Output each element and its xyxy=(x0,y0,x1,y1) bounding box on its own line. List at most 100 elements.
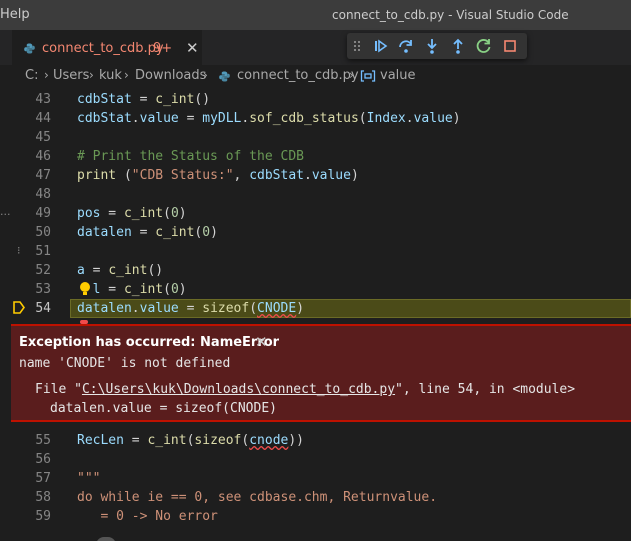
line-code: cdbStat = c_int() xyxy=(77,90,210,109)
code-line[interactable]: 46 # Print the Status of the CDB xyxy=(0,147,631,166)
code-line[interactable]: 56 xyxy=(0,450,631,469)
code-line[interactable]: 52 a = c_int() xyxy=(0,261,631,280)
code-token: # Print the Status of the CDB xyxy=(77,149,304,164)
breadcrumb-symbol[interactable]: value xyxy=(380,68,416,83)
code-line[interactable]: 47 print ("CDB Status:", cdbStat.value) xyxy=(0,166,631,185)
code-token: c_int xyxy=(123,282,164,297)
code-token: = xyxy=(131,225,156,240)
code-token: sof_cdb_status xyxy=(249,111,359,126)
code-line[interactable]: 58 do while ie == 0, see cdbase.chm, Retu… xyxy=(0,488,631,507)
line-code: # Print the Status of the CDB xyxy=(77,147,304,166)
restart-icon[interactable] xyxy=(474,36,494,56)
code-token: ) xyxy=(452,111,461,126)
breadcrumb-downloads[interactable]: Downloads xyxy=(135,68,206,83)
code-token: datalen xyxy=(77,225,132,240)
drag-grip-icon[interactable] xyxy=(353,40,361,52)
current-code-line[interactable]: 54 datalen.value = sizeof(CNODE) xyxy=(0,299,631,318)
code-token: cdbStat xyxy=(77,111,132,126)
code-token: a xyxy=(77,263,85,278)
exception-trace-location: File "C:\Users\kuk\Downloads\connect_to_… xyxy=(35,382,575,397)
code-token: datalen xyxy=(77,301,132,316)
breadcrumb-file[interactable]: connect_to_cdb.py xyxy=(237,68,359,83)
code-token: ( xyxy=(358,111,367,126)
code-token: = xyxy=(178,301,203,316)
code-token: . xyxy=(131,111,140,126)
code-line[interactable]: 50 datalen = c_int(0) xyxy=(0,223,631,242)
code-token: 0 xyxy=(202,225,211,240)
breadcrumb-separator: › xyxy=(349,68,354,82)
exception-close-icon[interactable]: ✕ xyxy=(255,333,268,351)
code-token: 0 xyxy=(170,282,179,297)
code-token: . xyxy=(131,301,140,316)
line-code: a = c_int() xyxy=(77,261,163,280)
exception-trace-code: datalen.value = sizeof(CNODE) xyxy=(50,401,277,416)
line-code: print ("CDB Status:", cdbStat.value) xyxy=(77,166,359,185)
line-code: = 0 -> No error xyxy=(77,507,218,526)
code-line[interactable]: 55 RecLen = c_int(sizeof(cnode)) xyxy=(0,431,631,450)
code-line[interactable]: 45 xyxy=(0,128,631,147)
line-number: 49 xyxy=(35,206,51,221)
code-token: ) xyxy=(178,206,187,221)
line-number: 56 xyxy=(35,452,51,467)
problems-badge: 9+ xyxy=(153,41,173,56)
variable-symbol-icon xyxy=(360,70,376,82)
continue-icon[interactable] xyxy=(371,36,391,56)
code-token: ) xyxy=(350,168,359,183)
code-token: c_int xyxy=(155,225,195,240)
trace-file-link[interactable]: C:\Users\kuk\Downloads\connect_to_cdb.py xyxy=(82,382,395,397)
breadcrumb-separator: › xyxy=(44,68,49,82)
line-number: 50 xyxy=(35,225,51,240)
code-token: c_int xyxy=(147,433,187,448)
code-line[interactable]: 48 xyxy=(0,185,631,204)
line-number: 46 xyxy=(35,149,51,164)
code-token: ( xyxy=(249,301,258,316)
step-out-icon[interactable] xyxy=(448,36,468,56)
code-token: ) xyxy=(178,282,187,297)
code-line[interactable]: 51 xyxy=(0,242,631,261)
stop-icon[interactable] xyxy=(500,36,520,56)
code-line[interactable]: 44 cdbStat.value = myDLL.sof_cdb_status(I… xyxy=(0,109,631,128)
code-token: "CDB Status:" xyxy=(131,168,234,183)
step-over-icon[interactable] xyxy=(396,36,416,56)
editor-tab[interactable]: connect_to_cdb.py 9+ ✕ xyxy=(12,30,202,65)
code-line[interactable]: 43 cdbStat = c_int() xyxy=(0,90,631,109)
window-title: connect_to_cdb.py - Visual Studio Code xyxy=(332,8,569,22)
code-token: = 0 -> No error xyxy=(77,509,218,524)
code-line[interactable]: 53 l = c_int(0) xyxy=(0,280,631,299)
line-number: 48 xyxy=(35,187,51,202)
code-token: cdbStat xyxy=(77,92,132,107)
line-code: RecLen = c_int(sizeof(cnode)) xyxy=(77,431,304,450)
code-token: cnode xyxy=(249,433,289,448)
code-token: ( xyxy=(163,282,171,297)
code-token: print xyxy=(77,168,117,183)
code-line[interactable]: 57 """ xyxy=(0,469,631,488)
line-number: 54 xyxy=(35,301,51,316)
breadcrumb-users[interactable]: Users xyxy=(53,68,89,83)
code-token: Index xyxy=(366,111,406,126)
code-editor[interactable]: ... ⁝ Exception has occurred: NameError … xyxy=(0,87,631,541)
menu-help[interactable]: Help xyxy=(0,7,30,22)
code-token: , xyxy=(233,168,250,183)
python-file-icon xyxy=(219,71,230,82)
line-number: 57 xyxy=(35,471,51,486)
code-token: )) xyxy=(288,433,305,448)
code-token: pos xyxy=(77,206,101,221)
code-line[interactable]: 59 = 0 -> No error xyxy=(0,507,631,526)
line-number: 55 xyxy=(35,433,51,448)
code-token: = xyxy=(84,263,109,278)
tab-label: connect_to_cdb.py xyxy=(42,41,164,56)
step-into-icon[interactable] xyxy=(422,36,442,56)
debug-toolbar xyxy=(347,33,527,59)
code-token: sizeof xyxy=(202,301,250,316)
code-token: . xyxy=(405,111,414,126)
line-number: 59 xyxy=(35,509,51,524)
code-line[interactable]: 49 pos = c_int(0) xyxy=(0,204,631,223)
code-token: = xyxy=(123,433,148,448)
title-bar: Help connect_to_cdb.py - Visual Studio C… xyxy=(0,0,631,30)
line-code: cdbStat.value = myDLL.sof_cdb_status(Ind… xyxy=(77,109,461,128)
line-code: l = c_int(0) xyxy=(77,280,187,299)
exception-title: Exception has occurred: NameError xyxy=(19,335,280,350)
breadcrumb-kuk[interactable]: kuk xyxy=(99,68,122,83)
tab-close-icon[interactable]: ✕ xyxy=(186,39,199,57)
breadcrumb-drive[interactable]: C: xyxy=(25,68,38,83)
